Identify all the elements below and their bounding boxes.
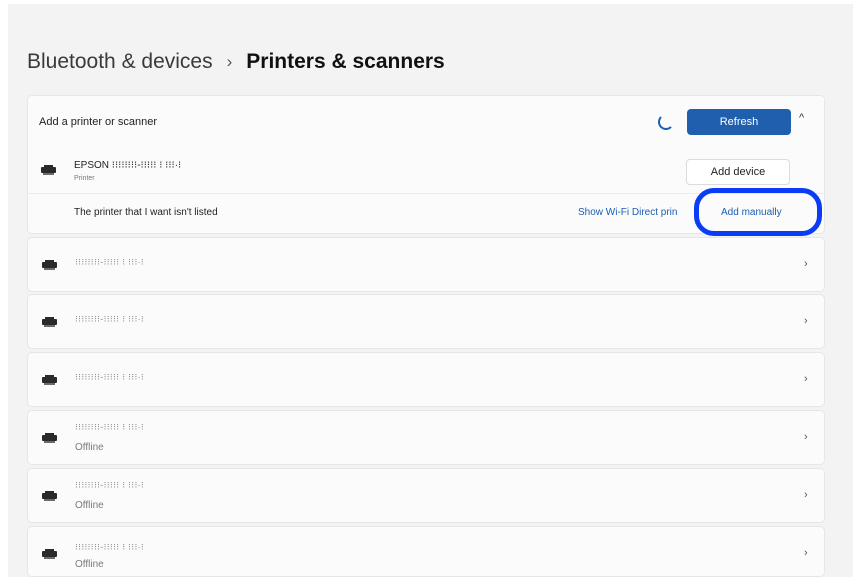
found-printer-name: EPSON ⁝⁝⁝⁝⁝⁝⁝⁝-⁝⁝⁝⁝⁝ ⁝ ⁝⁝⁝·⁝ — [74, 160, 182, 171]
printer-status: Offline — [75, 442, 104, 453]
chevron-up-icon[interactable]: ^ — [799, 112, 804, 124]
show-wifi-direct-link[interactable]: Show Wi-Fi Direct prin — [578, 207, 677, 218]
printer-not-listed-label: The printer that I want isn't listed — [74, 207, 218, 218]
printer-icon — [42, 433, 57, 443]
printer-row[interactable]: ⁝⁝⁝⁝⁝⁝⁝⁝-⁝⁝⁝⁝⁝ ⁝ ⁝⁝⁝·⁝ › — [27, 352, 825, 407]
highlight-ring — [694, 188, 822, 236]
chevron-right-icon: › — [804, 315, 808, 327]
printer-status: Offline — [75, 500, 104, 511]
chevron-right-icon: › — [804, 431, 808, 443]
printer-status: Offline — [75, 559, 104, 570]
printer-name: ⁝⁝⁝⁝⁝⁝⁝⁝-⁝⁝⁝⁝⁝ ⁝ ⁝⁝⁝·⁝ — [75, 542, 145, 552]
printer-icon — [42, 491, 57, 501]
printer-name: ⁝⁝⁝⁝⁝⁝⁝⁝-⁝⁝⁝⁝⁝ ⁝ ⁝⁝⁝·⁝ — [75, 372, 145, 382]
chevron-right-icon: › — [804, 258, 808, 270]
printer-row[interactable]: ⁝⁝⁝⁝⁝⁝⁝⁝-⁝⁝⁝⁝⁝ ⁝ ⁝⁝⁝·⁝ Offline › — [27, 526, 825, 577]
printer-icon — [42, 549, 57, 559]
add-device-button[interactable]: Add device — [686, 159, 790, 185]
page-title: Printers & scanners — [246, 50, 445, 73]
add-printer-header[interactable]: Add a printer or scanner Refresh ^ — [28, 96, 824, 150]
chevron-right-icon: › — [804, 489, 808, 501]
refresh-button[interactable]: Refresh — [687, 109, 791, 135]
printer-row[interactable]: ⁝⁝⁝⁝⁝⁝⁝⁝-⁝⁝⁝⁝⁝ ⁝ ⁝⁝⁝·⁝ › — [27, 237, 825, 292]
printer-icon — [42, 375, 57, 385]
printer-name: ⁝⁝⁝⁝⁝⁝⁝⁝-⁝⁝⁝⁝⁝ ⁝ ⁝⁝⁝·⁝ — [75, 257, 145, 267]
printer-row[interactable]: ⁝⁝⁝⁝⁝⁝⁝⁝-⁝⁝⁝⁝⁝ ⁝ ⁝⁝⁝·⁝ Offline › — [27, 468, 825, 523]
printer-row[interactable]: ⁝⁝⁝⁝⁝⁝⁝⁝-⁝⁝⁝⁝⁝ ⁝ ⁝⁝⁝·⁝ Offline › — [27, 410, 825, 465]
printer-name: ⁝⁝⁝⁝⁝⁝⁝⁝-⁝⁝⁝⁝⁝ ⁝ ⁝⁝⁝·⁝ — [75, 422, 145, 432]
printer-name: ⁝⁝⁝⁝⁝⁝⁝⁝-⁝⁝⁝⁝⁝ ⁝ ⁝⁝⁝·⁝ — [75, 314, 145, 324]
printer-icon — [42, 317, 57, 327]
breadcrumb-parent-link[interactable]: Bluetooth & devices — [27, 50, 213, 74]
found-printer-type: Printer — [74, 175, 95, 182]
add-printer-title: Add a printer or scanner — [39, 116, 158, 128]
loading-spinner-icon — [658, 114, 674, 130]
chevron-right-icon: › — [804, 547, 808, 559]
printer-icon — [42, 260, 57, 270]
breadcrumb-separator-icon: › — [226, 52, 233, 71]
printer-name: ⁝⁝⁝⁝⁝⁝⁝⁝-⁝⁝⁝⁝⁝ ⁝ ⁝⁝⁝·⁝ — [75, 480, 145, 490]
printer-icon — [41, 165, 56, 175]
found-printer-row: EPSON ⁝⁝⁝⁝⁝⁝⁝⁝-⁝⁝⁝⁝⁝ ⁝ ⁝⁝⁝·⁝ Printer Add… — [28, 149, 824, 194]
breadcrumb: Bluetooth & devices › Printers & scanner… — [27, 50, 445, 74]
printer-row[interactable]: ⁝⁝⁝⁝⁝⁝⁝⁝-⁝⁝⁝⁝⁝ ⁝ ⁝⁝⁝·⁝ › — [27, 294, 825, 349]
chevron-right-icon: › — [804, 373, 808, 385]
